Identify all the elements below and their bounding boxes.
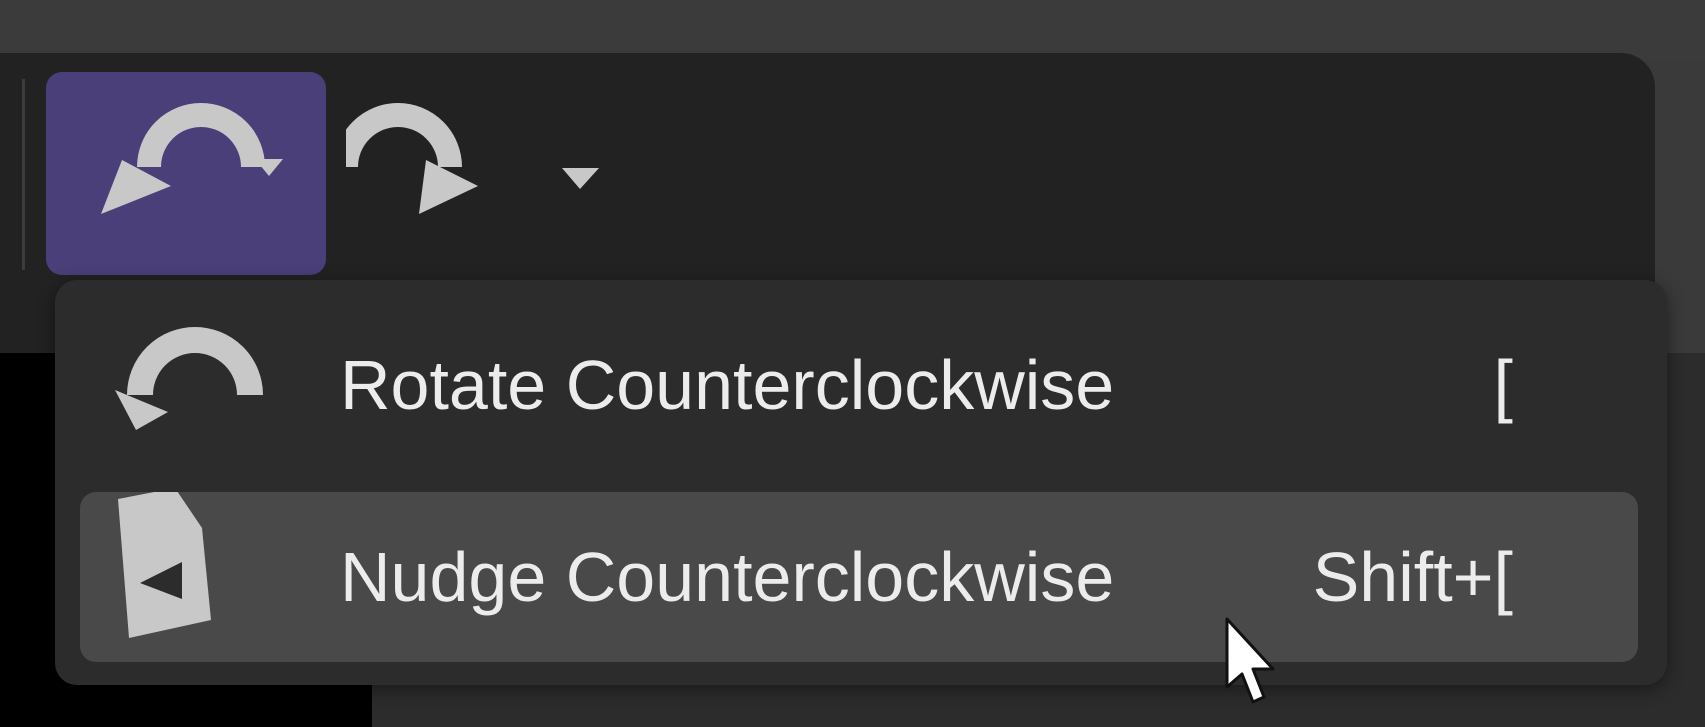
chevron-down-icon[interactable] [46,72,326,275]
menu-item-shortcut: [ [1493,346,1513,424]
nudge-counterclockwise-icon [118,492,211,638]
window-top-strip [0,0,1705,60]
menu-item-label: Nudge Counterclockwise [340,538,1115,616]
menu-item-rotate-counterclockwise[interactable]: Rotate Counterclockwise [ [80,300,1638,470]
toolbar-divider [22,79,25,270]
menu-item-label: Rotate Counterclockwise [340,346,1115,424]
rotate-counterclockwise-button[interactable] [46,72,326,275]
mouse-cursor-icon [1225,617,1275,704]
rotate-dropdown-menu: Rotate Counterclockwise [ Nudge Counterc… [55,280,1667,685]
menu-item-shortcut: Shift+[ [1312,538,1513,616]
rotate-clockwise-button[interactable] [346,72,626,275]
rotate-counterclockwise-icon [115,327,263,430]
chevron-down-icon[interactable] [346,72,626,275]
menu-item-nudge-counterclockwise[interactable]: Nudge Counterclockwise Shift+[ [80,492,1638,662]
